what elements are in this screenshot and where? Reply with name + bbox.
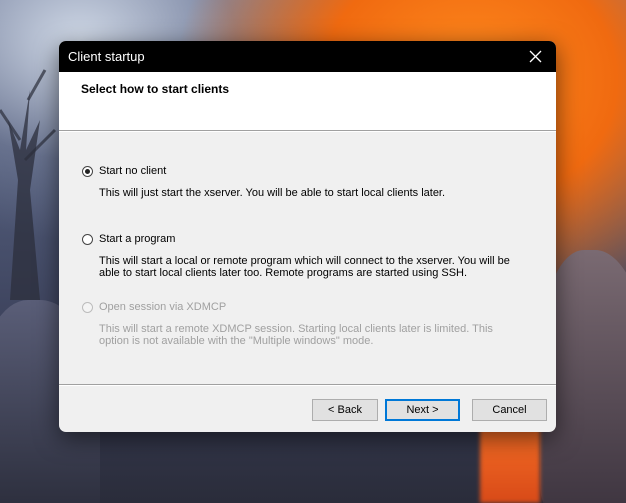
start-a-program-description: This will start a local or remote progra… bbox=[99, 255, 510, 279]
title-bar: Client startup bbox=[59, 41, 556, 72]
start-a-program-label[interactable]: Start a program bbox=[99, 233, 175, 245]
header-separator bbox=[59, 130, 556, 132]
close-icon bbox=[529, 50, 542, 63]
open-session-xdmcp-radio bbox=[82, 302, 93, 313]
start-no-client-label[interactable]: Start no client bbox=[99, 165, 166, 177]
client-startup-dialog: Client startup Select how to start clien… bbox=[59, 41, 556, 432]
start-no-client-description: This will just start the xserver. You wi… bbox=[99, 187, 446, 199]
start-a-program-radio[interactable] bbox=[82, 234, 93, 245]
close-button[interactable] bbox=[516, 41, 556, 72]
footer-separator bbox=[59, 384, 556, 386]
header-panel: Select how to start clients bbox=[59, 72, 556, 130]
back-button[interactable]: < Back bbox=[312, 399, 378, 421]
start-no-client-radio[interactable] bbox=[82, 166, 93, 177]
open-session-xdmcp-label: Open session via XDMCP bbox=[99, 301, 227, 313]
open-session-xdmcp-description: This will start a remote XDMCP session. … bbox=[99, 323, 493, 347]
page-heading: Select how to start clients bbox=[81, 82, 230, 96]
window-title: Client startup bbox=[68, 49, 145, 64]
cancel-button[interactable]: Cancel bbox=[472, 399, 547, 421]
next-button[interactable]: Next > bbox=[385, 399, 460, 421]
